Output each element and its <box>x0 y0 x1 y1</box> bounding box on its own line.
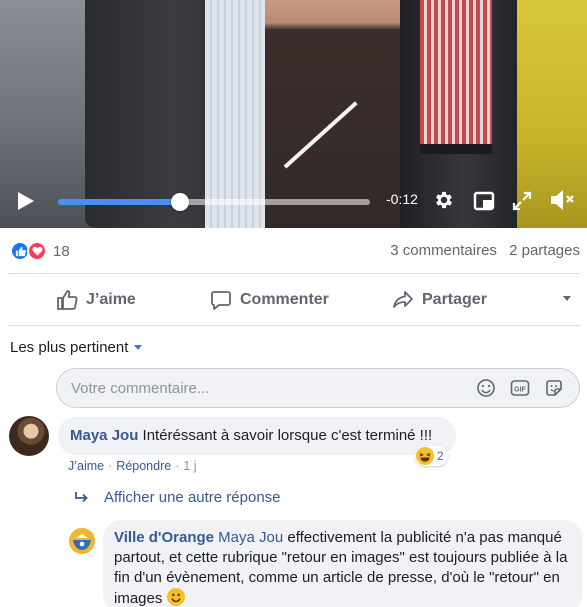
sort-label: Les plus pertinent <box>10 339 129 356</box>
comment-actions: J’aime · Répondre · 1 j <box>68 459 197 473</box>
play-icon[interactable] <box>14 190 36 212</box>
reply-mention[interactable]: Maya Jou <box>218 529 283 546</box>
like-button[interactable]: J’aime <box>56 280 136 320</box>
comment-composer[interactable]: GIF <box>56 368 580 408</box>
comment-input[interactable] <box>71 369 451 407</box>
sticker-icon[interactable] <box>544 378 564 398</box>
fullscreen-icon[interactable] <box>511 190 533 212</box>
comment-reaction-count: 2 <box>437 449 444 463</box>
comment-bubble-icon <box>211 291 231 310</box>
comment-text: Intéréssant à savoir lorsque c'est termi… <box>142 427 433 444</box>
video-player[interactable]: -0:12 <box>0 0 587 228</box>
gear-icon[interactable] <box>433 189 455 211</box>
smile-emoji-icon <box>166 588 185 606</box>
thumbs-up-icon <box>57 290 78 310</box>
share-arrow-icon <box>393 291 413 308</box>
comment-like-link[interactable]: J’aime <box>68 459 104 473</box>
progress-scrubber[interactable] <box>170 193 189 211</box>
show-more-replies-label: Afficher une autre réponse <box>104 489 281 506</box>
avatar[interactable] <box>9 416 49 456</box>
comment-reaction-badge[interactable]: 2 <box>415 446 448 466</box>
video-controls: -0:12 <box>0 182 587 228</box>
post-stats: 3 commentaires 2 partages <box>390 242 580 259</box>
progress-fill <box>58 199 180 205</box>
share-button-label: Partager <box>422 291 487 308</box>
emoji-icon[interactable] <box>476 378 496 398</box>
time-remaining: -0:12 <box>386 191 418 207</box>
gif-icon[interactable]: GIF <box>510 378 530 398</box>
progress-bar[interactable] <box>58 193 370 211</box>
miniplayer-icon[interactable] <box>473 190 495 212</box>
share-button[interactable]: Partager <box>392 280 487 320</box>
share-options-caret-icon[interactable] <box>563 296 571 301</box>
reaction-summary[interactable]: 18 <box>10 240 70 262</box>
city-crest-icon <box>69 528 95 554</box>
comment-button[interactable]: Commenter <box>210 280 329 320</box>
comments-count-link[interactable]: 3 commentaires <box>390 242 497 259</box>
comment-sort-selector[interactable]: Les plus pertinent <box>10 339 143 356</box>
like-button-label: J’aime <box>86 291 136 308</box>
svg-text:GIF: GIF <box>514 386 526 393</box>
reply-bubble: Ville d'Orange Maya Jou effectivement la… <box>103 520 583 607</box>
reaction-count: 18 <box>53 242 70 260</box>
mute-icon[interactable] <box>548 188 576 212</box>
love-reaction-icon <box>27 241 47 261</box>
chevron-down-icon <box>134 345 143 350</box>
divider <box>8 273 580 274</box>
reply-author[interactable]: Ville d'Orange <box>114 529 214 546</box>
comment-reply-link[interactable]: Répondre <box>116 459 171 473</box>
reply-arrow-icon <box>75 491 88 502</box>
comment-author[interactable]: Maya Jou <box>70 427 138 444</box>
haha-reaction-icon <box>416 447 434 465</box>
show-more-replies-link[interactable]: Afficher une autre réponse <box>74 489 281 506</box>
shares-count-link[interactable]: 2 partages <box>509 242 580 259</box>
comment-bubble: Maya Jou Intéréssant à savoir lorsque c'… <box>58 417 456 455</box>
post-actions: J’aime Commenter Partager <box>0 280 587 320</box>
comment-button-label: Commenter <box>240 291 329 308</box>
divider <box>8 325 580 326</box>
ville-orange-avatar[interactable] <box>69 528 95 554</box>
comment-age[interactable]: 1 j <box>183 459 196 473</box>
